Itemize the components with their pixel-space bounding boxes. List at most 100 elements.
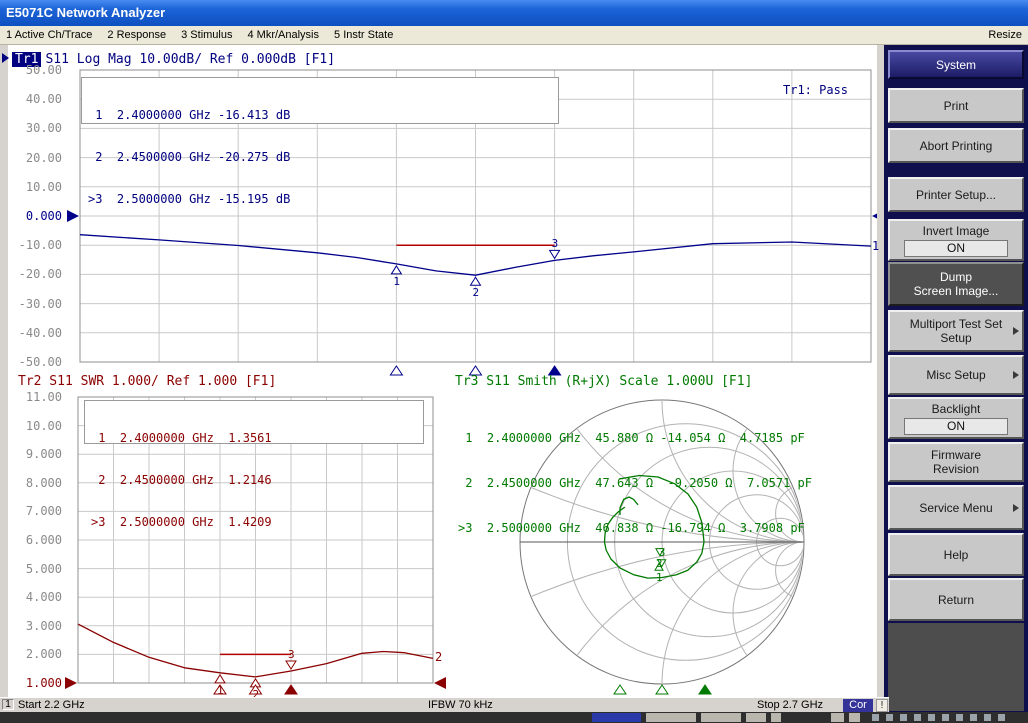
tr3-marker-table: 1 2.4000000 GHz 45.880 Ω -14.054 Ω 4.718… bbox=[458, 401, 812, 566]
tr2-trace-end-label: 2 bbox=[435, 650, 442, 664]
y-axis-tick: -20.00 bbox=[0, 267, 62, 281]
taskbar-segment bbox=[746, 713, 766, 722]
help-button[interactable]: Help bbox=[888, 533, 1024, 576]
submenu-arrow-icon bbox=[1013, 371, 1019, 379]
service-menu-button[interactable]: Service Menu bbox=[888, 485, 1024, 530]
y-axis-tick: 4.000 bbox=[0, 590, 62, 604]
tr2-header: Tr2 S11 SWR 1.000/ Ref 1.000 [F1] bbox=[18, 374, 276, 389]
clipped-text-fragment bbox=[942, 714, 949, 721]
y-axis-tick: 7.000 bbox=[0, 504, 62, 518]
tr1-marker-row: 1 2.4000000 GHz -16.413 dB bbox=[88, 108, 558, 122]
tr2-marker bbox=[286, 661, 296, 669]
tr1-marker bbox=[471, 277, 481, 285]
reference-level-arrow bbox=[65, 677, 77, 689]
tr1-marker-table: 1 2.4000000 GHz -16.413 dB 2 2.4500000 G… bbox=[81, 77, 559, 124]
marker-label: 3 bbox=[288, 650, 295, 660]
tr2-marker-row: 1 2.4000000 GHz 1.3561 bbox=[91, 431, 423, 445]
tr3-marker-row: 2 2.4500000 GHz 47.643 Ω -9.2050 Ω 7.057… bbox=[458, 476, 812, 491]
tr3-stimulus-marker bbox=[656, 685, 668, 694]
tr2-stimulus-marker bbox=[285, 685, 297, 694]
firmware-revision-button[interactable]: FirmwareRevision bbox=[888, 442, 1024, 482]
print-button[interactable]: Print bbox=[888, 88, 1024, 123]
active-trace-arrow-icon bbox=[2, 53, 9, 63]
taskbar-segment bbox=[592, 713, 641, 722]
backlight-toggle[interactable]: Backlight ON bbox=[888, 397, 1024, 439]
menu-item-3[interactable]: 4 Mkr/Analysis bbox=[247, 29, 319, 41]
tr1-header-text: S11 Log Mag 10.00dB/ Ref 0.000dB [F1] bbox=[45, 52, 335, 67]
softkey-sidebar: System Print Abort Printing Printer Setu… bbox=[884, 45, 1028, 712]
instrument-display: Tr1S11 Log Mag 10.00dB/ Ref 0.000dB [F1]… bbox=[0, 45, 884, 697]
y-axis-tick: 40.00 bbox=[0, 92, 62, 106]
marker-label: 3 bbox=[659, 548, 666, 558]
instrument-window: { "window": { "title": "E5071C Network A… bbox=[0, 0, 1028, 723]
clipped-text-fragment bbox=[970, 714, 977, 721]
marker-label: 2 bbox=[473, 288, 480, 298]
clipped-text-fragment bbox=[928, 714, 935, 721]
menu-item-1[interactable]: 2 Response bbox=[107, 29, 166, 41]
marker-label: 1 bbox=[217, 686, 224, 696]
tr2-marker-row: >3 2.5000000 GHz 1.4209 bbox=[91, 515, 423, 529]
tr3-header: Tr3 S11 Smith (R+jX) Scale 1.000U [F1] bbox=[455, 374, 752, 389]
y-axis-tick: -30.00 bbox=[0, 297, 62, 311]
tr2-marker-table: 1 2.4000000 GHz 1.3561 2 2.4500000 GHz 1… bbox=[84, 400, 424, 444]
multiport-test-set-setup-button[interactable]: Multiport Test SetSetup bbox=[888, 310, 1024, 352]
channel-indicator: 1 bbox=[2, 699, 14, 710]
submenu-arrow-icon bbox=[1013, 327, 1019, 335]
start-frequency: Start 2.2 GHz bbox=[18, 699, 85, 711]
softkey-menu-title: System bbox=[888, 50, 1024, 79]
y-axis-tick: 20.00 bbox=[0, 151, 62, 165]
backlight-state: ON bbox=[904, 418, 1008, 435]
y-axis-tick: 2.000 bbox=[0, 647, 62, 661]
stop-frequency: Stop 2.7 GHz bbox=[757, 699, 823, 711]
dump-screen-image-button[interactable]: DumpScreen Image... bbox=[888, 262, 1024, 306]
tr2-marker bbox=[215, 675, 225, 683]
y-axis-tick: 0.000 bbox=[0, 209, 62, 223]
clipped-text-fragment bbox=[956, 714, 963, 721]
invert-image-state: ON bbox=[904, 240, 1008, 257]
sidebar-empty-panel bbox=[888, 623, 1024, 711]
y-axis-tick: 8.000 bbox=[0, 476, 62, 490]
y-axis-tick: 10.00 bbox=[0, 419, 62, 433]
clipped-text-fragment bbox=[886, 714, 893, 721]
y-axis-tick: -40.00 bbox=[0, 326, 62, 340]
resize-button[interactable]: Resize bbox=[988, 29, 1022, 41]
ifbw-readout: IFBW 70 kHz bbox=[428, 699, 493, 711]
marker-label: 1 bbox=[393, 277, 400, 287]
clipped-text-fragment bbox=[914, 714, 921, 721]
screen-right-border bbox=[877, 45, 884, 697]
status-bar: 1 Start 2.2 GHz IFBW 70 kHz Stop 2.7 GHz… bbox=[0, 697, 889, 712]
reference-level-arrow bbox=[434, 677, 446, 689]
y-axis-tick: 3.000 bbox=[0, 619, 62, 633]
correction-badge: Cor bbox=[843, 699, 873, 712]
marker-label: 2 bbox=[656, 559, 663, 569]
abort-printing-button[interactable]: Abort Printing bbox=[888, 128, 1024, 163]
return-button[interactable]: Return bbox=[888, 578, 1024, 621]
menu-item-2[interactable]: 3 Stimulus bbox=[181, 29, 232, 41]
menu-item-4[interactable]: 5 Instr State bbox=[334, 29, 393, 41]
menu-item-0[interactable]: 1 Active Ch/Trace bbox=[6, 29, 92, 41]
tr1-marker-row: >3 2.5000000 GHz -15.195 dB bbox=[88, 192, 558, 206]
tr3-stimulus-marker bbox=[699, 685, 711, 694]
y-axis-tick: 11.00 bbox=[0, 390, 62, 404]
y-axis-tick: 50.00 bbox=[0, 63, 62, 77]
window-title: E5071C Network Analyzer bbox=[6, 5, 165, 20]
tr1-trace-end-label: 1 bbox=[872, 239, 879, 253]
y-axis-tick: 6.000 bbox=[0, 533, 62, 547]
y-axis-tick: -50.00 bbox=[0, 355, 62, 369]
misc-setup-button[interactable]: Misc Setup bbox=[888, 355, 1024, 395]
alert-badge: ! bbox=[876, 699, 888, 712]
tr1-marker-row: 2 2.4500000 GHz -20.275 dB bbox=[88, 150, 558, 164]
tr1-marker bbox=[550, 250, 560, 258]
invert-image-toggle[interactable]: Invert Image ON bbox=[888, 219, 1024, 261]
tr2-marker-row: 2 2.4500000 GHz 1.2146 bbox=[91, 473, 423, 487]
taskbar-segment bbox=[701, 713, 741, 722]
marker-label: 3 bbox=[552, 239, 559, 249]
clipped-text-fragment bbox=[900, 714, 907, 721]
marker-label: 1 bbox=[656, 573, 663, 583]
y-axis-tick: -10.00 bbox=[0, 238, 62, 252]
tr1-stimulus-marker bbox=[390, 366, 402, 375]
window-titlebar: E5071C Network Analyzer bbox=[0, 0, 1028, 26]
printer-setup-button[interactable]: Printer Setup... bbox=[888, 177, 1024, 212]
taskbar-segment bbox=[849, 713, 860, 722]
y-axis-tick: 10.00 bbox=[0, 180, 62, 194]
